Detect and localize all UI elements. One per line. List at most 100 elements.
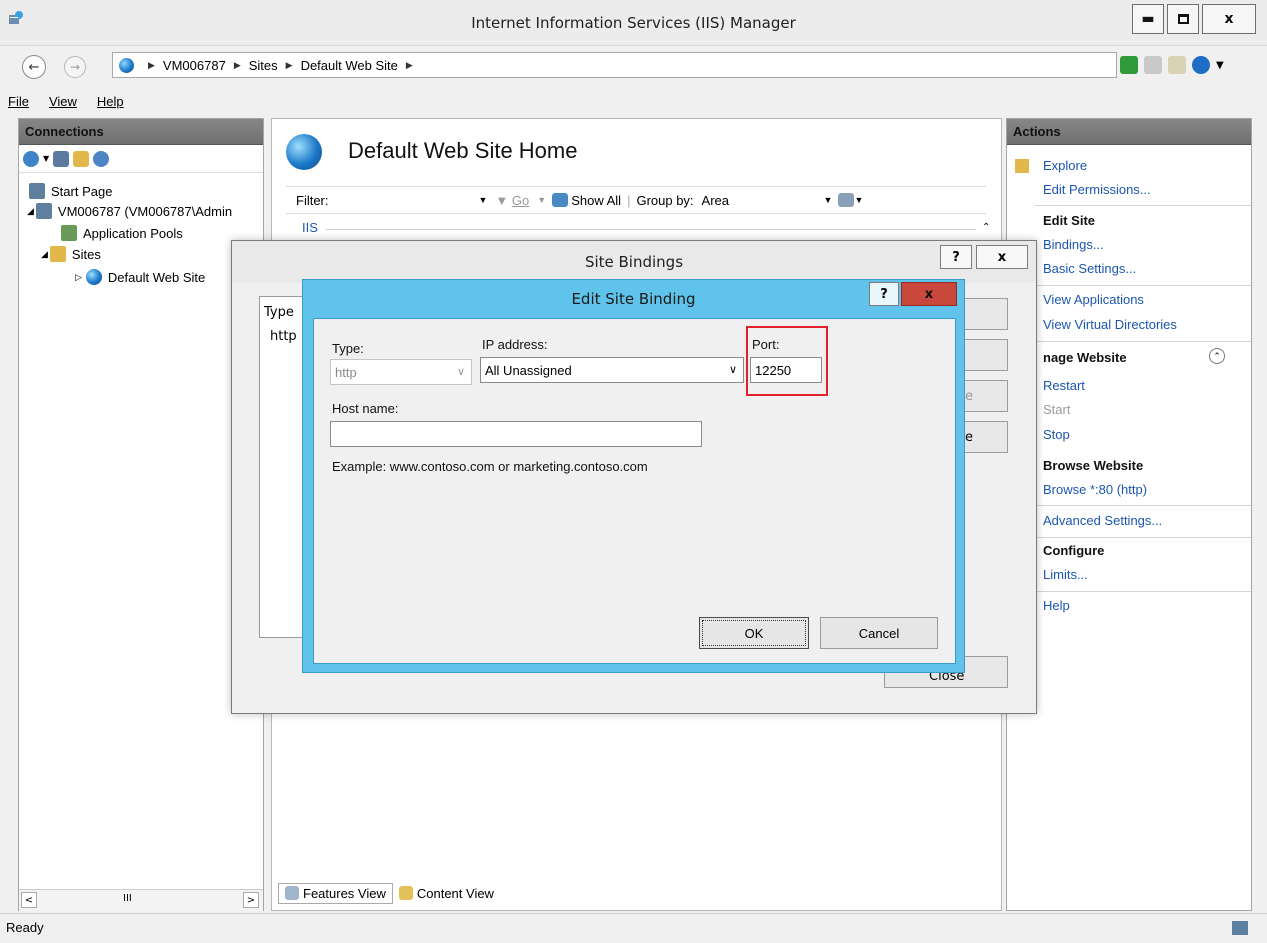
toolbar-divider: | [627, 192, 631, 208]
section-browse-website: Browse Website [1043, 458, 1144, 473]
menu-help[interactable]: Help [97, 94, 124, 109]
tab-features-view[interactable]: Features View [278, 882, 393, 904]
menu-file[interactable]: File [8, 94, 29, 109]
host-name-example: Example: www.contoso.com or marketing.co… [332, 459, 648, 474]
collapse-icon[interactable]: ◢ [27, 206, 34, 217]
scroll-right-icon[interactable]: > [243, 892, 259, 908]
help-dropdown-icon[interactable]: ▼ [1216, 60, 1224, 71]
group-by-select[interactable]: Area [702, 193, 824, 208]
action-restart[interactable]: Restart [1043, 378, 1085, 393]
divider [1035, 505, 1251, 506]
site-bindings-title: Site Bindings [232, 241, 1036, 283]
tree-item-start-page[interactable]: Start Page [29, 181, 112, 201]
window-title: Internet Information Services (IIS) Mana… [471, 14, 796, 32]
menu-bar: File View Help [0, 88, 1267, 114]
filter-bar: Filter: ▼ ▼ Go ▼ Show All | Group by: Ar… [286, 186, 986, 214]
site-bindings-help-button[interactable]: ? [940, 245, 972, 269]
connect-icon[interactable] [23, 150, 39, 167]
cancel-button[interactable]: Cancel [820, 617, 938, 649]
action-stop[interactable]: Stop [1043, 427, 1070, 442]
filter-label: Filter: [296, 192, 329, 208]
action-limits[interactable]: Limits... [1043, 567, 1088, 582]
scroll-left-icon[interactable]: < [21, 892, 37, 908]
section-manage-website: nage Website [1043, 350, 1127, 365]
tree-item-sites[interactable]: ◢ Sites [41, 244, 101, 264]
ok-button[interactable]: OK [699, 617, 809, 649]
up-folder-icon[interactable] [73, 150, 90, 167]
divider [1035, 341, 1251, 342]
edit-binding-help-button[interactable]: ? [869, 282, 899, 306]
breadcrumb-default-web-site[interactable]: Default Web Site [301, 58, 398, 73]
view-tabs: Features View Content View [278, 881, 778, 905]
status-bar: Ready [0, 913, 1267, 943]
action-edit-permissions[interactable]: Edit Permissions... [1043, 182, 1151, 197]
view-mode-icon[interactable] [838, 193, 855, 207]
breadcrumb-separator-icon: ▶ [148, 59, 155, 70]
connection-status-icon [1232, 921, 1248, 935]
filter-input[interactable] [329, 191, 479, 209]
divider [1035, 285, 1251, 286]
group-by-label: Group by: [636, 192, 694, 208]
divider [1035, 205, 1251, 206]
tree-item-server[interactable]: ◢ VM006787 (VM006787\Admin [27, 201, 232, 221]
close-window-button[interactable]: x [1202, 4, 1256, 34]
action-explore[interactable]: Explore [1043, 158, 1087, 173]
maximize-button[interactable] [1167, 4, 1199, 34]
host-name-input[interactable] [330, 421, 702, 447]
close-icon: x [924, 286, 934, 302]
show-all-button[interactable]: Show All [552, 193, 621, 208]
binding-row-type[interactable]: http [270, 329, 297, 344]
tree-item-application-pools[interactable]: Application Pools [61, 223, 183, 243]
action-help[interactable]: Help [1043, 598, 1070, 613]
horizontal-scrollbar[interactable]: < III > [19, 889, 263, 911]
start-page-icon [29, 183, 45, 199]
save-icon[interactable] [53, 150, 70, 167]
back-arrow-icon: ← [28, 59, 40, 75]
home-icon[interactable] [1168, 56, 1186, 74]
breadcrumb-server[interactable]: VM006787 [163, 58, 226, 73]
breadcrumb-sites[interactable]: Sites [249, 58, 278, 73]
refresh-icon[interactable] [1120, 56, 1138, 74]
collapse-section-icon[interactable]: ⌃ [1209, 348, 1225, 364]
menu-view[interactable]: View [49, 94, 77, 109]
minimize-button[interactable]: ▬ [1132, 4, 1164, 34]
delete-connection-icon[interactable] [93, 150, 110, 167]
action-advanced-settings[interactable]: Advanced Settings... [1043, 513, 1162, 528]
edit-binding-close-button[interactable]: x [901, 282, 957, 306]
action-start: Start [1043, 402, 1071, 417]
scroll-thumb-grip[interactable]: III [123, 893, 132, 904]
tab-content-view[interactable]: Content View [393, 884, 500, 903]
action-basic-settings[interactable]: Basic Settings... [1043, 261, 1136, 276]
connect-dropdown-icon[interactable]: ▼ [43, 154, 49, 163]
edit-binding-body: Type: http ∨ IP address: All Unassigned … [313, 318, 956, 664]
group-by-dropdown-icon[interactable]: ▼ [824, 195, 833, 205]
view-mode-dropdown-icon[interactable]: ▼ [854, 195, 863, 205]
collapse-section-icon[interactable]: ⌃ [982, 222, 990, 233]
go-dropdown-icon[interactable]: ▼ [537, 195, 546, 205]
connections-toolbar: ▼ [19, 145, 263, 173]
column-header-type[interactable]: Type [264, 305, 294, 320]
ip-address-select[interactable]: All Unassigned ∨ [480, 357, 744, 383]
help-icon[interactable] [1192, 56, 1210, 74]
action-bindings[interactable]: Bindings... [1043, 237, 1104, 252]
tree-item-default-web-site[interactable]: ▷ Default Web Site [75, 267, 205, 287]
collapse-icon[interactable]: ◢ [41, 249, 48, 260]
go-button[interactable]: ▼ Go [495, 193, 529, 208]
breadcrumb-separator-icon: ▶ [233, 59, 241, 70]
stop-icon[interactable] [1144, 56, 1162, 74]
connections-panel: Connections ▼ Start Page ◢ VM006787 (VM0… [18, 118, 264, 911]
action-view-applications[interactable]: View Applications [1043, 292, 1144, 307]
forward-button[interactable]: → [64, 56, 86, 78]
action-browse-80[interactable]: Browse *:80 (http) [1043, 482, 1147, 497]
action-view-virtual-directories[interactable]: View Virtual Directories [1043, 317, 1177, 332]
chevron-down-icon[interactable]: ∨ [729, 363, 737, 376]
explore-icon [1015, 159, 1029, 173]
minimize-icon: ▬ [1141, 11, 1155, 27]
server-icon [35, 203, 52, 219]
expand-icon[interactable]: ▷ [75, 272, 82, 283]
site-bindings-close-button[interactable]: x [976, 245, 1028, 269]
filter-dropdown-icon[interactable]: ▼ [479, 195, 488, 205]
back-button[interactable]: ← [22, 55, 46, 79]
section-divider [326, 229, 976, 230]
address-breadcrumb[interactable]: ▶ VM006787 ▶ Sites ▶ Default Web Site ▶ [112, 52, 1117, 78]
